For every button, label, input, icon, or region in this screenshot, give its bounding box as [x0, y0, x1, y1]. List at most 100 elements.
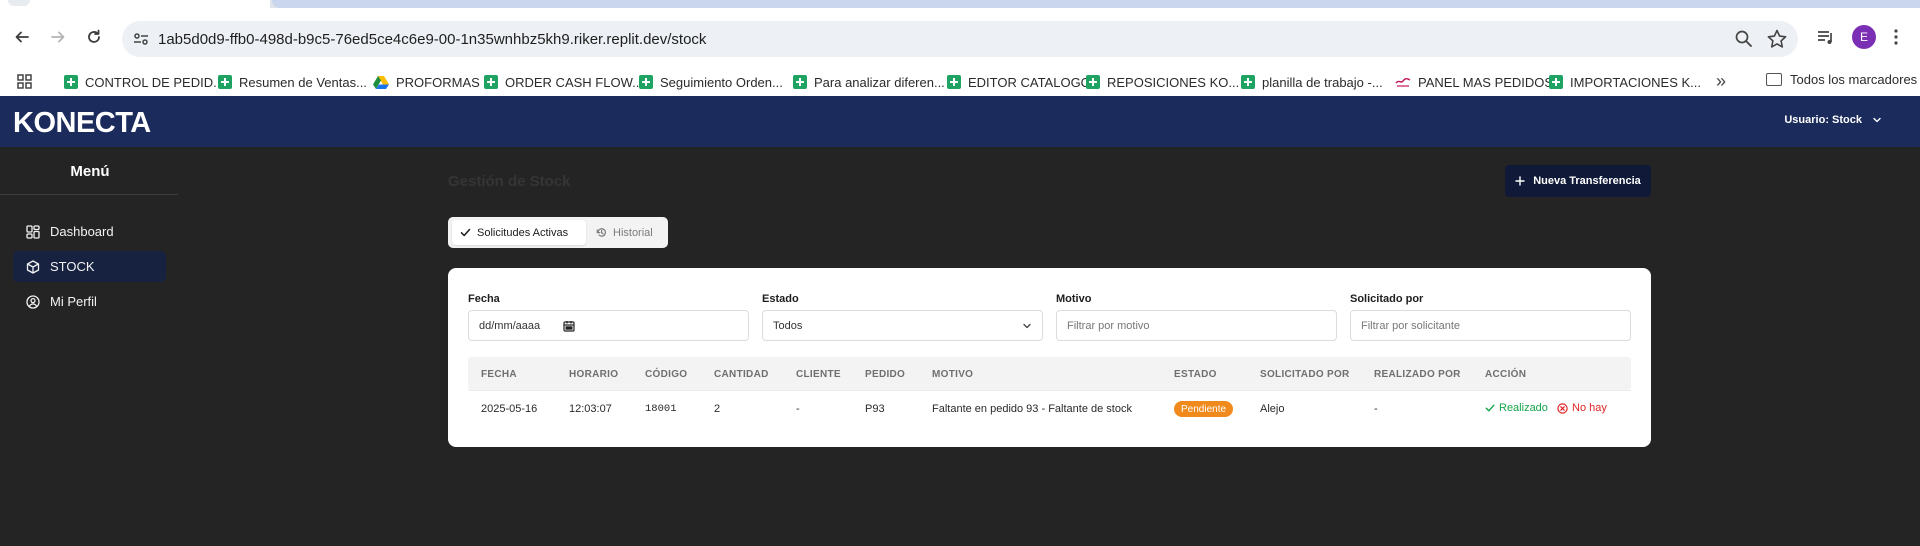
- panel-icon: [1395, 77, 1411, 87]
- forward-button[interactable]: [46, 25, 70, 49]
- new-transfer-label: Nueva Transferencia: [1533, 175, 1641, 187]
- app-logo[interactable]: KONECTA: [13, 107, 151, 140]
- more-bookmarks-button[interactable]: »: [1716, 72, 1726, 90]
- column-header[interactable]: CLIENTE: [796, 369, 841, 380]
- solicitado-field: [1350, 310, 1631, 341]
- sheets-icon: [947, 75, 961, 89]
- column-header[interactable]: HORARIO: [569, 369, 618, 380]
- profile-avatar[interactable]: E: [1852, 25, 1876, 49]
- user-menu[interactable]: Usuario: Stock: [1784, 114, 1882, 126]
- column-header[interactable]: CANTIDAD: [714, 369, 769, 380]
- solicitado-input[interactable]: [1361, 319, 1620, 332]
- playlist-icon: [1818, 31, 1832, 44]
- bookmark-item[interactable]: IMPORTACIONES K...: [1549, 72, 1701, 92]
- sheets-icon: [1241, 75, 1255, 89]
- all-bookmarks-button[interactable]: Todos los marcadores: [1766, 72, 1917, 87]
- bookmark-item[interactable]: planilla de trabajo -...: [1241, 72, 1383, 92]
- browser-menu-button[interactable]: [1884, 25, 1908, 49]
- column-header[interactable]: FECHA: [481, 369, 517, 380]
- sheets-icon: [1549, 75, 1563, 89]
- bookmark-label: PANEL MAS PEDIDOS: [1418, 74, 1554, 90]
- column-header[interactable]: SOLICITADO POR: [1260, 369, 1350, 380]
- box-icon: [26, 259, 40, 274]
- not-available-label: No hay: [1572, 402, 1607, 414]
- check-icon: [460, 228, 471, 237]
- app-header: KONECTA Usuario: Stock: [0, 96, 1920, 147]
- column-header[interactable]: PEDIDO: [865, 369, 905, 380]
- all-bookmarks-label: Todos los marcadores: [1790, 72, 1918, 87]
- sidebar-item-label: Dashboard: [50, 224, 114, 239]
- cell-codigo: 18001: [645, 403, 677, 415]
- bookmark-item[interactable]: PROFORMAS: [373, 72, 480, 92]
- bookmark-label: Para analizar diferen...: [814, 74, 945, 90]
- site-info-icon[interactable]: [132, 30, 150, 48]
- not-available-button[interactable]: No hay: [1557, 402, 1607, 414]
- date-input[interactable]: dd/mm/aaaa: [468, 310, 749, 341]
- menu-title: Menú: [70, 163, 110, 180]
- sidebar-item-profile[interactable]: Mi Perfil: [13, 286, 166, 317]
- tab-history[interactable]: Historial: [588, 220, 664, 245]
- media-controls-button[interactable]: [1814, 25, 1838, 49]
- sidebar-item-stock[interactable]: STOCK: [13, 251, 166, 282]
- menu-divider: [0, 194, 178, 195]
- status-badge: Pendiente: [1174, 401, 1234, 417]
- bookmark-item[interactable]: Seguimiento Orden...: [639, 72, 783, 92]
- tab-search-button[interactable]: [8, 0, 30, 6]
- filter-label: Fecha: [468, 293, 500, 305]
- estado-select[interactable]: Todos: [762, 310, 1043, 341]
- bookmark-item[interactable]: Resumen de Ventas...: [218, 72, 367, 92]
- arrow-left-icon: [15, 31, 29, 43]
- drive-icon: [373, 76, 389, 89]
- sheets-icon: [1086, 75, 1100, 89]
- filter-label: Motivo: [1056, 293, 1092, 305]
- reload-icon: [88, 29, 100, 43]
- filter-label: Solicitado por: [1350, 293, 1424, 305]
- bookmark-item[interactable]: REPOSICIONES KO...: [1086, 72, 1239, 92]
- column-header[interactable]: ACCIÓN: [1485, 369, 1526, 380]
- bookmark-item[interactable]: CONTROL DE PEDID...: [64, 72, 224, 92]
- zoom-icon[interactable]: [1734, 29, 1754, 49]
- mark-done-button[interactable]: Realizado: [1485, 402, 1548, 414]
- bookmark-label: ORDER CASH FLOW...: [505, 74, 643, 90]
- tab-active-requests[interactable]: Solicitudes Activas: [452, 220, 586, 245]
- cell-fecha: 2025-05-16: [481, 403, 538, 415]
- apps-grid-icon[interactable]: [16, 73, 34, 91]
- new-transfer-button[interactable]: Nueva Transferencia: [1505, 165, 1651, 197]
- bookmark-item[interactable]: EDITOR CATALOGO: [947, 72, 1091, 92]
- cell-cliente: -: [796, 403, 800, 415]
- chevron-down-icon: [1873, 117, 1881, 123]
- active-browser-tab[interactable]: [0, 0, 270, 8]
- filter-label: Estado: [762, 293, 799, 305]
- filter-estado: Estado Todos: [762, 293, 1043, 341]
- motivo-input[interactable]: [1067, 319, 1326, 332]
- page-title: Gestión de Stock: [448, 173, 571, 190]
- estado-select-value: Todos: [773, 319, 803, 332]
- more-vertical-icon: [1894, 29, 1898, 45]
- bookmark-item[interactable]: Para analizar diferen...: [793, 72, 945, 92]
- column-header[interactable]: REALIZADO POR: [1374, 369, 1461, 380]
- sidebar-item-dashboard[interactable]: Dashboard: [13, 216, 166, 247]
- calendar-icon[interactable]: [563, 320, 575, 332]
- bookmark-item[interactable]: PANEL MAS PEDIDOS: [1395, 72, 1553, 92]
- sidebar-item-label: Mi Perfil: [50, 294, 97, 309]
- sidebar: Menú Dashboard STOCK Mi Perfil: [0, 147, 180, 546]
- browser-toolbar: 1ab5d0d9-ffb0-498d-b9c5-76ed5ce4c6e9-00-…: [0, 8, 1920, 66]
- cell-pedido: P93: [865, 403, 885, 415]
- cell-realizado-por: -: [1374, 403, 1378, 415]
- back-button[interactable]: [10, 25, 34, 49]
- reload-button[interactable]: [82, 25, 106, 49]
- cell-horario: 12:03:07: [569, 403, 612, 415]
- column-header[interactable]: MOTIVO: [932, 369, 973, 380]
- cell-solicitado-por: Alejo: [1260, 403, 1285, 415]
- bookmark-label: EDITOR CATALOGO: [968, 74, 1091, 90]
- tab-label: Solicitudes Activas: [477, 226, 569, 239]
- sidebar-item-label: STOCK: [50, 259, 95, 274]
- column-header[interactable]: CÓDIGO: [645, 369, 687, 380]
- filter-fecha: Fecha dd/mm/aaaa: [468, 293, 749, 341]
- bookmark-label: PROFORMAS: [396, 74, 480, 90]
- address-bar[interactable]: 1ab5d0d9-ffb0-498d-b9c5-76ed5ce4c6e9-00-…: [122, 21, 1798, 57]
- bookmark-item[interactable]: ORDER CASH FLOW...: [484, 72, 643, 92]
- url-text[interactable]: 1ab5d0d9-ffb0-498d-b9c5-76ed5ce4c6e9-00-…: [158, 31, 706, 48]
- column-header[interactable]: ESTADO: [1174, 369, 1217, 380]
- bookmark-star-icon[interactable]: [1766, 28, 1788, 50]
